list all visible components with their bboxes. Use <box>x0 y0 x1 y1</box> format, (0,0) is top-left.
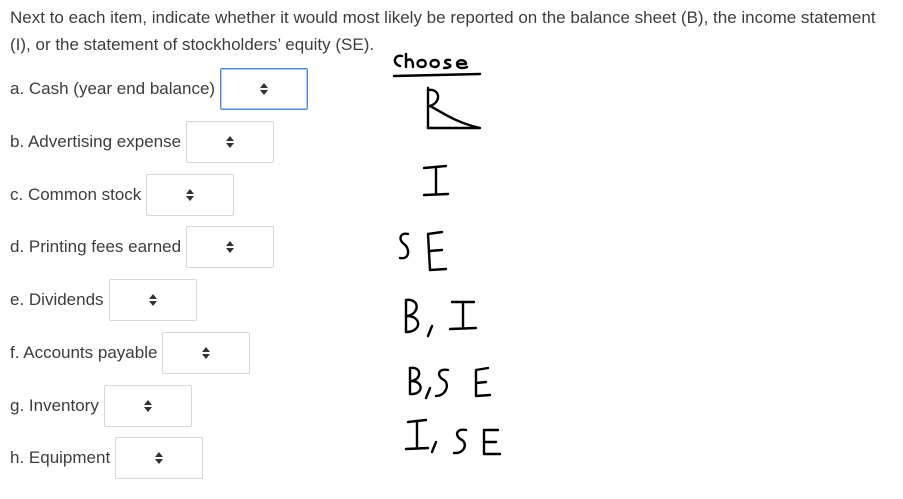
item-label: d. Printing fees earned <box>10 237 182 256</box>
handwritten-option-b-se <box>408 366 492 400</box>
item-row-common-stock: c. Common stock <box>10 173 235 217</box>
item-label: c. Common stock <box>10 185 142 204</box>
handwritten-option-i <box>422 164 450 197</box>
up-down-caret-icon <box>226 136 235 148</box>
up-down-caret-icon <box>202 347 211 359</box>
answer-select-d[interactable] <box>186 226 275 268</box>
answer-select-c[interactable] <box>146 174 235 216</box>
item-label: h. Equipment <box>10 448 111 467</box>
handwritten-heading-choose <box>392 52 482 78</box>
item-label: a. Cash (year end balance) <box>10 79 216 98</box>
item-row-equipment: h. Equipment <box>10 436 204 480</box>
item-row-accounts-payable: f. Accounts payable <box>10 331 251 375</box>
up-down-caret-icon <box>155 452 164 464</box>
answer-select-g[interactable] <box>103 385 192 427</box>
answer-select-e[interactable] <box>108 279 197 321</box>
answer-select-b[interactable] <box>186 121 275 163</box>
handwritten-option-b <box>426 86 482 130</box>
handwritten-option-i-se <box>404 418 502 456</box>
up-down-caret-icon <box>143 400 152 412</box>
item-label: e. Dividends <box>10 290 104 309</box>
item-label: g. Inventory <box>10 396 99 415</box>
handwritten-choices-annotation <box>380 50 520 470</box>
item-row-cash: a. Cash (year end balance) <box>10 67 309 111</box>
up-down-caret-icon <box>260 83 269 95</box>
handwritten-option-b-i <box>404 298 478 338</box>
up-down-caret-icon <box>148 294 157 306</box>
answer-select-a[interactable] <box>220 68 309 110</box>
item-row-dividends: e. Dividends <box>10 278 197 322</box>
up-down-caret-icon <box>226 241 235 253</box>
handwritten-option-se <box>398 230 448 272</box>
answer-select-f[interactable] <box>162 332 251 374</box>
item-label: b. Advertising expense <box>10 132 182 151</box>
item-row-printing-fees: d. Printing fees earned <box>10 225 275 269</box>
item-row-inventory: g. Inventory <box>10 384 192 428</box>
up-down-caret-icon <box>186 189 195 201</box>
item-label: f. Accounts payable <box>10 343 158 362</box>
item-row-advertising-expense: b. Advertising expense <box>10 120 275 164</box>
answer-select-h[interactable] <box>115 437 204 479</box>
